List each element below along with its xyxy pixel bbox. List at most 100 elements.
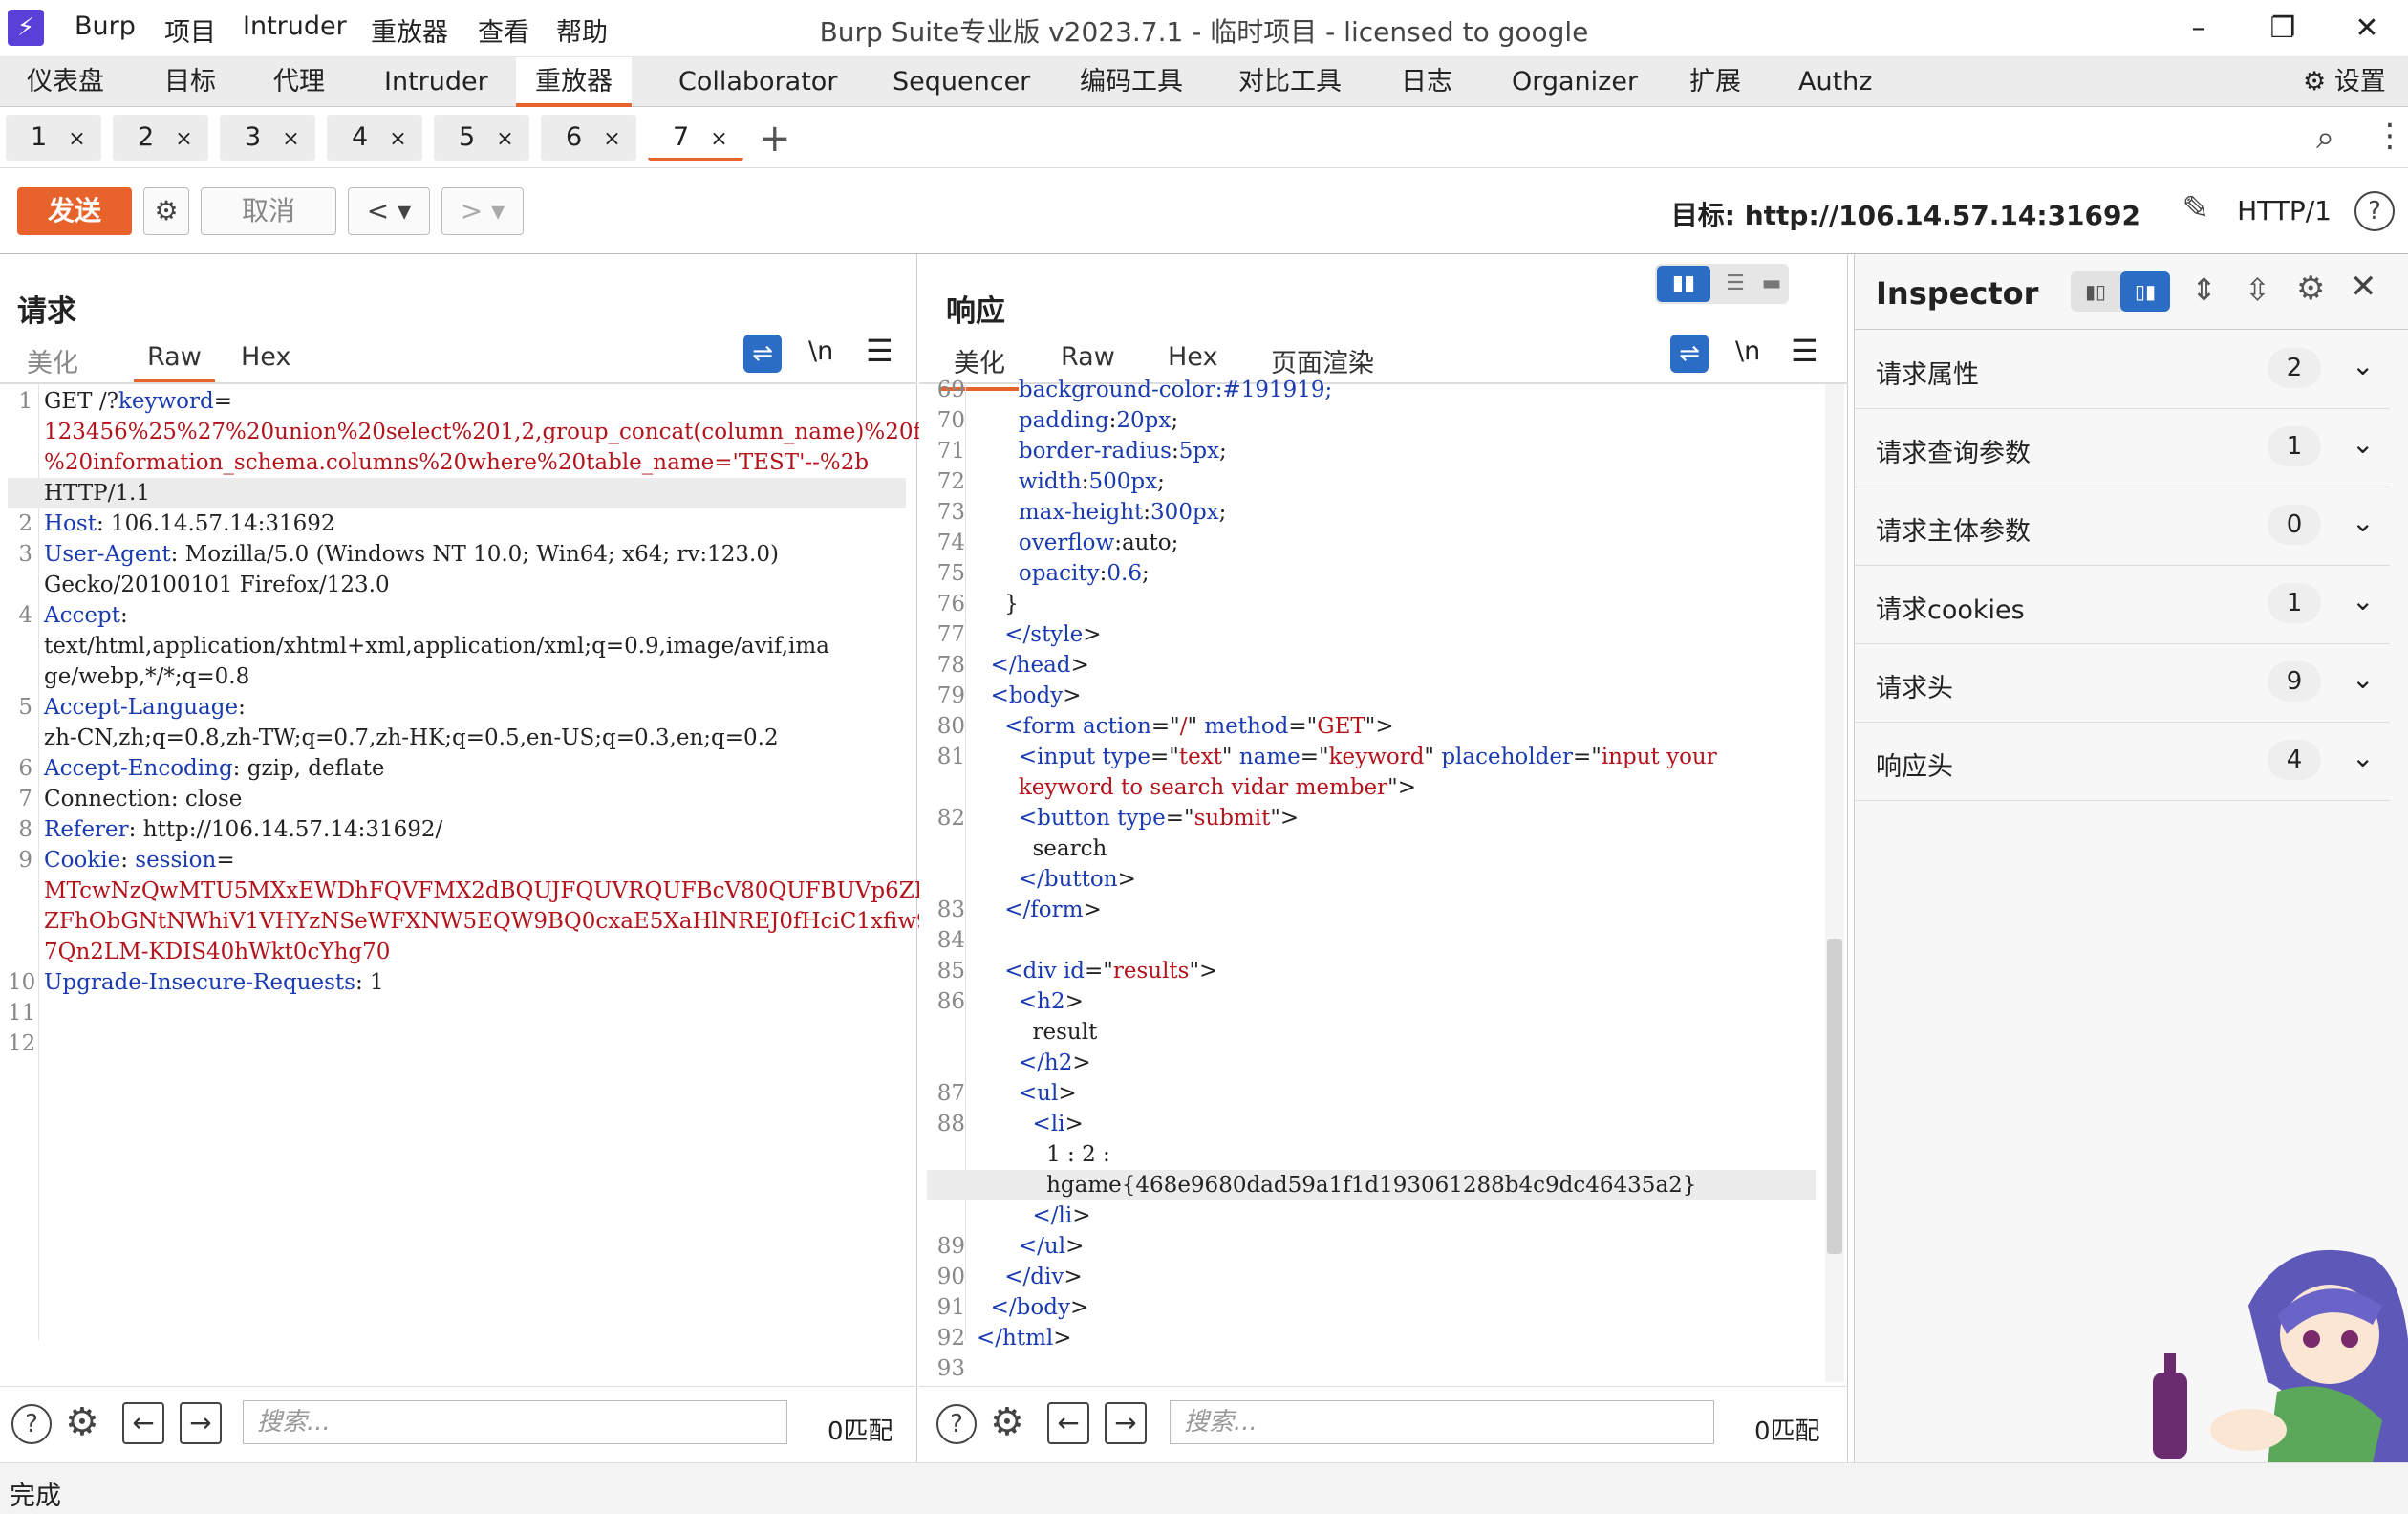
response-editor[interactable]: 69 background-color:#191919; 70 padding:2… <box>927 375 1816 1382</box>
minimize-icon[interactable]: – <box>2175 8 2223 50</box>
repeater-tab-5[interactable]: 5 × <box>434 115 529 161</box>
inspector-section[interactable]: 请求cookies 1 ⌄ <box>1855 566 2390 644</box>
newline-toggle[interactable]: \n <box>1735 336 1760 366</box>
send-button[interactable]: 发送 <box>17 187 132 235</box>
inspector-section[interactable]: 请求属性 2 ⌄ <box>1855 331 2390 409</box>
help-icon[interactable]: ? <box>11 1404 52 1444</box>
newline-toggle[interactable]: \n <box>808 336 833 366</box>
inspector-collapsed-icon[interactable]: ▮▯ <box>2071 271 2120 312</box>
code-text: <li> <box>977 1109 1083 1139</box>
gear-icon[interactable]: ⚙ <box>65 1400 99 1444</box>
http-version[interactable]: HTTP/1 <box>2237 195 2332 227</box>
tab-decoder[interactable]: 编码工具 <box>1061 57 1202 107</box>
chevron-down-icon[interactable]: ⌄ <box>2352 742 2374 773</box>
previous-match-icon[interactable]: ← <box>1047 1402 1089 1444</box>
gear-icon[interactable]: ⚙ <box>990 1400 1024 1444</box>
chevron-down-icon[interactable]: ⌄ <box>2352 350 2374 381</box>
repeater-tab-7[interactable]: 7 × <box>648 115 743 161</box>
next-match-icon[interactable]: → <box>180 1402 222 1444</box>
target-url: 目标: http://106.14.57.14:31692 <box>1670 200 2140 231</box>
add-tab-icon[interactable]: + <box>759 117 791 161</box>
search-icon[interactable]: ⌕ <box>2316 119 2334 157</box>
menu-icon[interactable]: ☰ <box>1791 333 1818 369</box>
request-editor[interactable]: 1 GET /?keyword= 123456%25%27%20union%20se… <box>8 386 1126 1059</box>
close-window-icon[interactable]: ✕ <box>2343 8 2391 50</box>
chevron-down-icon[interactable]: ⌄ <box>2352 663 2374 695</box>
gear-icon: ⚙ <box>2303 67 2327 97</box>
tab-raw[interactable]: Raw <box>134 342 215 383</box>
chevron-down-icon[interactable]: ⌄ <box>2352 428 2374 460</box>
repeater-tab-4[interactable]: 4 × <box>327 115 422 161</box>
wrap-lines-icon[interactable]: ⇌ <box>1670 335 1709 373</box>
tab-raw[interactable]: Raw <box>1061 342 1115 372</box>
divider <box>1855 329 2408 330</box>
layout-tabs-icon[interactable]: ▬ <box>1754 266 1789 302</box>
tab-pretty[interactable]: 美化 <box>27 342 78 379</box>
menu-icon[interactable]: ☰ <box>866 333 893 369</box>
scrollbar-thumb[interactable] <box>1827 939 1842 1254</box>
search-input[interactable]: 搜索... <box>243 1400 787 1444</box>
back-history-button[interactable]: < ▾ <box>348 187 430 235</box>
tab-hex[interactable]: Hex <box>1168 342 1217 372</box>
tab-proxy[interactable]: 代理 <box>254 57 344 107</box>
code-text: </ul> <box>977 1231 1084 1262</box>
close-tab-icon[interactable]: × <box>496 127 513 151</box>
help-icon[interactable]: ? <box>936 1404 977 1444</box>
tab-target[interactable]: 目标 <box>145 57 235 107</box>
maximize-icon[interactable]: ❐ <box>2259 8 2307 50</box>
code-token: " <box>1424 745 1442 769</box>
wrap-lines-icon[interactable]: ⇌ <box>743 335 782 373</box>
inspector-section[interactable]: 响应头 4 ⌄ <box>1855 723 2390 801</box>
tab-repeater[interactable]: 重放器 <box>516 57 632 107</box>
close-tab-icon[interactable]: × <box>603 127 620 151</box>
settings-gear-icon[interactable]: ⚙ <box>143 187 189 235</box>
close-tab-icon[interactable]: × <box>175 127 192 151</box>
forward-history-button[interactable]: > ▾ <box>441 187 524 235</box>
collapse-all-icon[interactable]: ⇳ <box>2245 271 2270 308</box>
code-token: " <box>1187 714 1205 739</box>
chevron-down-icon[interactable]: ⌄ <box>2352 585 2374 616</box>
code-token: ; <box>1171 408 1179 433</box>
chevron-down-icon[interactable]: ⌄ <box>2352 507 2374 538</box>
layout-side-by-side-icon[interactable]: ▮▮ <box>1657 266 1710 302</box>
search-input[interactable]: 搜索... <box>1170 1400 1714 1444</box>
tab-collaborator[interactable]: Collaborator <box>659 57 856 107</box>
inspector-section[interactable]: 请求头 9 ⌄ <box>1855 644 2390 723</box>
code-line: Gecko/20100101 Firefox/123.0 <box>8 570 906 600</box>
expand-all-icon[interactable]: ⇕ <box>2191 271 2217 308</box>
settings-button[interactable]: ⚙ 设置 <box>2284 57 2405 107</box>
close-tab-icon[interactable]: × <box>710 127 727 151</box>
tab-logger[interactable]: 日志 <box>1382 57 1472 107</box>
close-tab-icon[interactable]: × <box>282 127 299 151</box>
edit-target-pencil-icon[interactable]: ✎ <box>2182 189 2210 227</box>
tab-hex[interactable]: Hex <box>241 342 290 372</box>
tab-comparer[interactable]: 对比工具 <box>1219 57 1361 107</box>
inspector-section[interactable]: 请求主体参数 0 ⌄ <box>1855 487 2390 566</box>
previous-match-icon[interactable]: ← <box>122 1402 164 1444</box>
tab-dashboard[interactable]: 仪表盘 <box>8 57 123 107</box>
tab-extensions[interactable]: 扩展 <box>1670 57 1760 107</box>
repeater-tab-6[interactable]: 6 × <box>541 115 636 161</box>
layout-stacked-icon[interactable]: ☰ <box>1718 266 1752 302</box>
more-options-icon[interactable]: ⋮ <box>2374 117 2406 155</box>
close-icon[interactable]: ✕ <box>2350 268 2377 306</box>
response-title: 响应 <box>946 294 1005 329</box>
inspector-expanded-icon[interactable]: ▯▮ <box>2120 271 2170 312</box>
code-line: 69 background-color:#191919; <box>927 375 1816 405</box>
repeater-tab-3[interactable]: 3 × <box>220 115 315 161</box>
tab-sequencer[interactable]: Sequencer <box>873 57 1049 107</box>
code-text: %20information_schema.columns%20where%20… <box>44 447 869 478</box>
repeater-tab-1[interactable]: 1 × <box>6 115 101 161</box>
close-tab-icon[interactable]: × <box>389 127 406 151</box>
inspector-section[interactable]: 请求查询参数 1 ⌄ <box>1855 409 2390 487</box>
close-tab-icon[interactable]: × <box>68 127 85 151</box>
next-match-icon[interactable]: → <box>1105 1402 1147 1444</box>
help-icon[interactable]: ? <box>2354 191 2395 231</box>
scrollbar-track[interactable] <box>1825 384 1844 1382</box>
tab-intruder[interactable]: Intruder <box>365 57 507 107</box>
tab-organizer[interactable]: Organizer <box>1493 57 1657 107</box>
cancel-button[interactable]: 取消 <box>201 187 336 235</box>
gear-icon[interactable]: ⚙ <box>2296 270 2325 308</box>
tab-authz[interactable]: Authz <box>1779 57 1891 107</box>
repeater-tab-2[interactable]: 2 × <box>113 115 208 161</box>
